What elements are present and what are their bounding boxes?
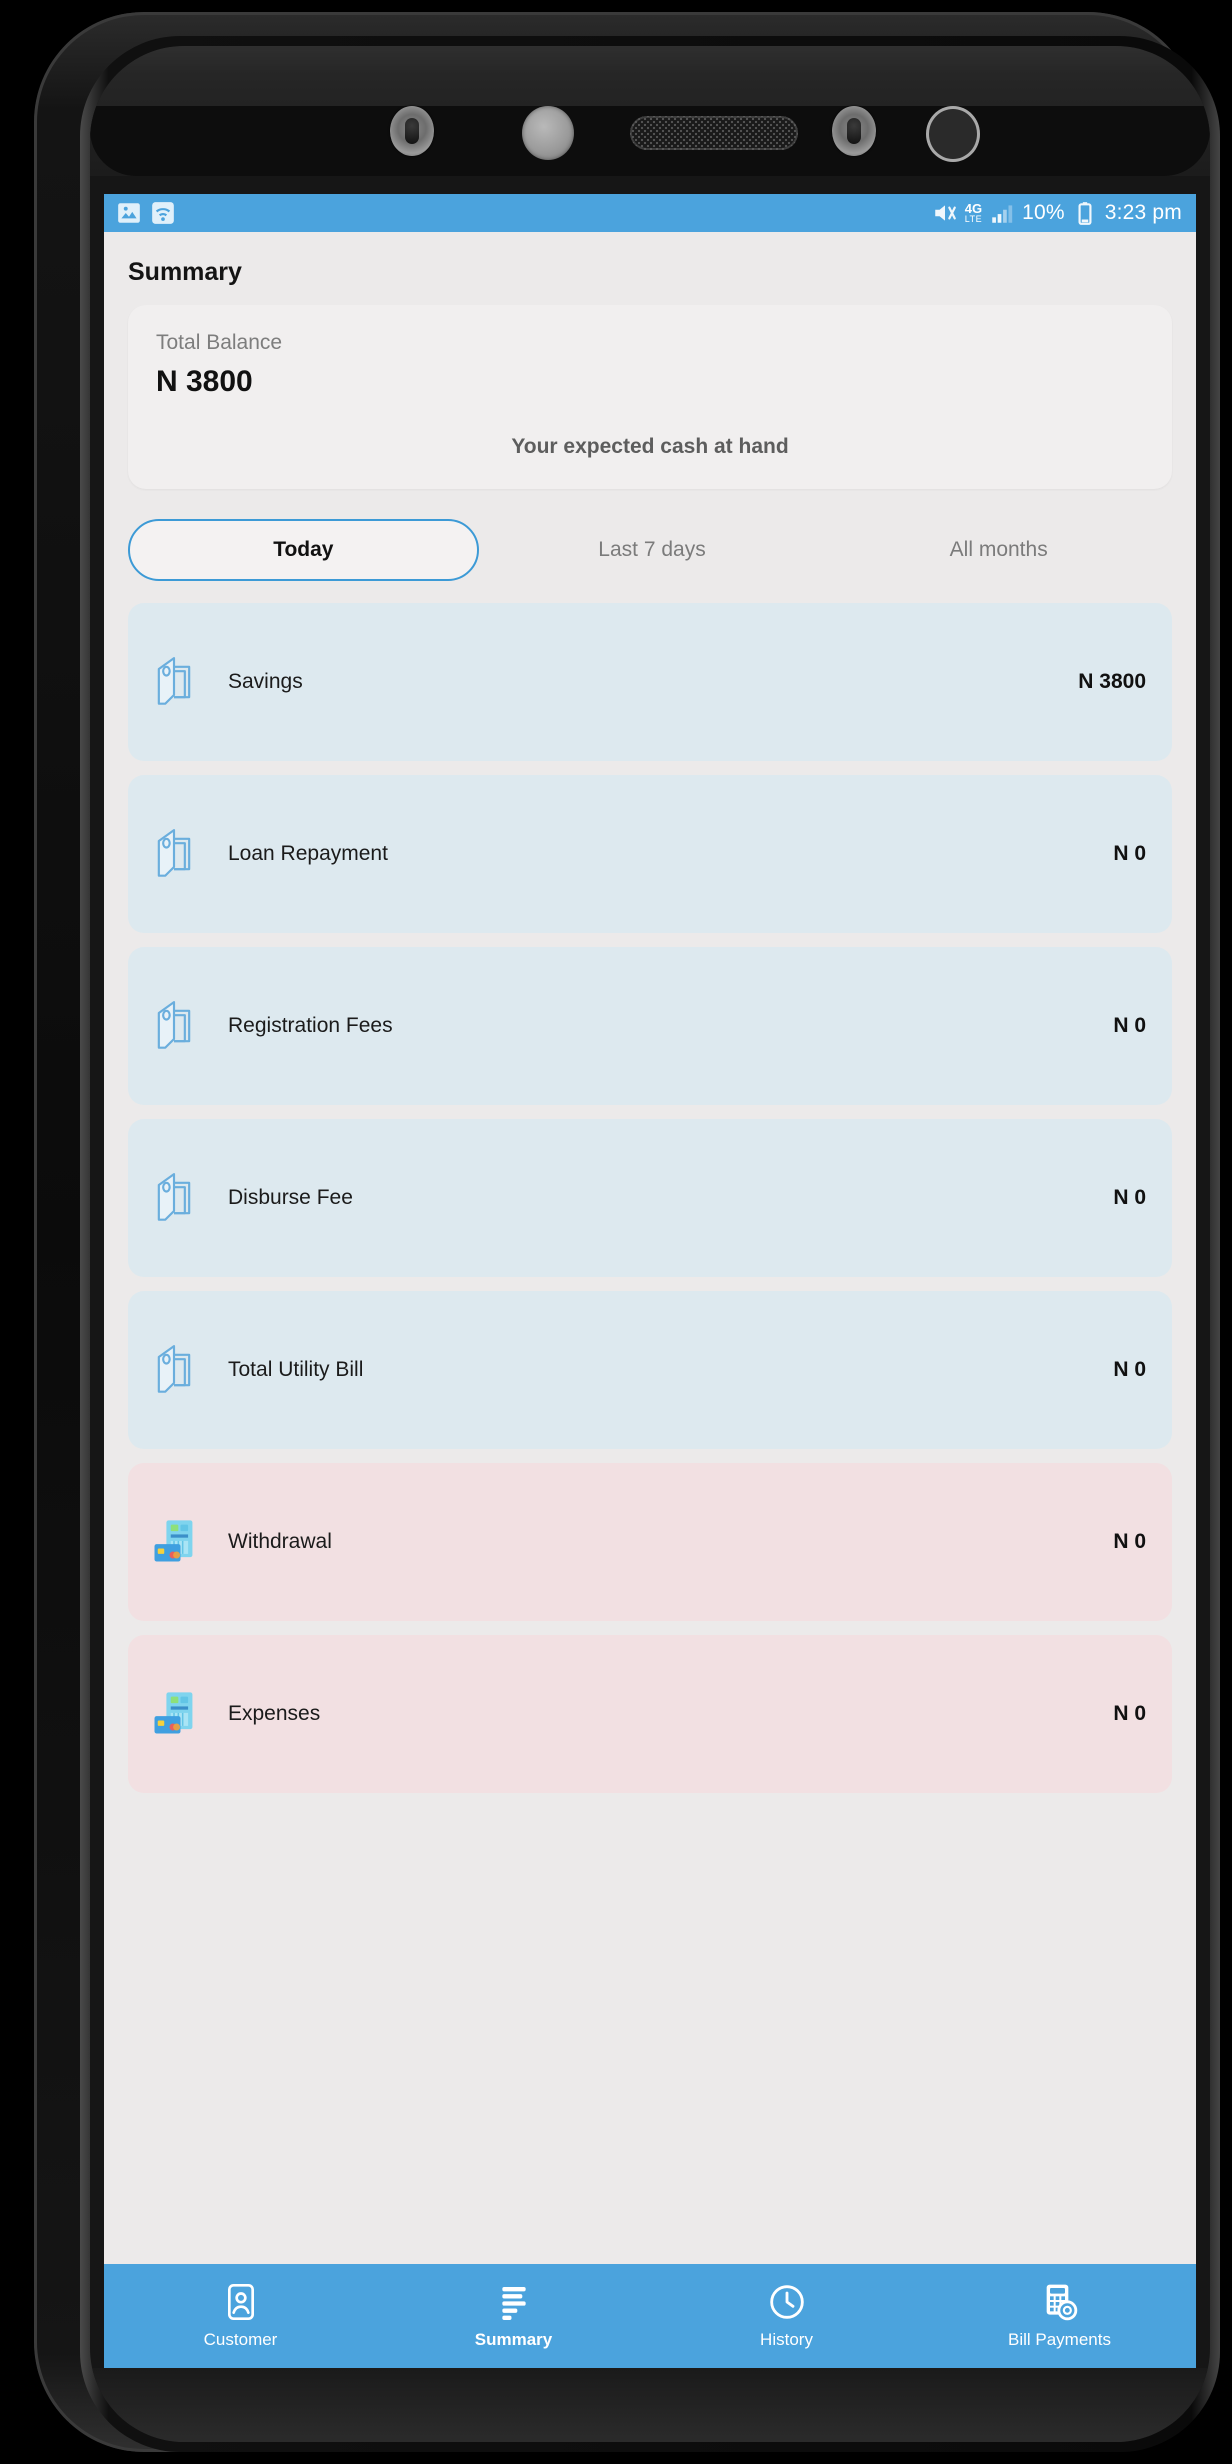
calculator-coin-icon bbox=[1046, 2284, 1077, 2321]
network-sub-label: LTE bbox=[964, 214, 983, 224]
phone-top-bezel bbox=[90, 46, 1210, 176]
bottom-navigation-bar: Customer Summary History Bill Payments bbox=[104, 2264, 1196, 2368]
front-camera-icon bbox=[522, 106, 574, 160]
status-bar-left-icons bbox=[116, 200, 176, 226]
summary-row-value: N 3800 bbox=[1078, 670, 1146, 693]
list-bars-icon bbox=[501, 2287, 526, 2320]
summary-row-label: Expenses bbox=[228, 1702, 321, 1725]
page-content: Total Balance N 3800 Your expected cash … bbox=[104, 305, 1196, 1833]
proximity-sensor-icon bbox=[832, 106, 876, 156]
nav-item-bill-payments[interactable]: Bill Payments bbox=[923, 2282, 1196, 2350]
secondary-camera-icon bbox=[926, 106, 980, 162]
phone-device-body: 4G LTE 10% 3:23 pm Summary Total Balance… bbox=[90, 46, 1210, 2442]
clock-icon bbox=[769, 2285, 804, 2319]
summary-row-value: N 0 bbox=[1113, 1358, 1146, 1381]
tab-today[interactable]: Today bbox=[128, 519, 479, 581]
summary-row-label: Withdrawal bbox=[228, 1530, 332, 1553]
nav-item-customer[interactable]: Customer bbox=[104, 2282, 377, 2350]
document-receipt-icon bbox=[157, 1001, 191, 1049]
atm-card-icon bbox=[154, 1520, 193, 1562]
battery-percent-label: 10% bbox=[1022, 201, 1065, 224]
atm-card-icon bbox=[154, 1692, 193, 1734]
document-receipt-icon bbox=[157, 1345, 191, 1393]
nav-item-label: Customer bbox=[203, 2330, 278, 2349]
total-balance-value: N 3800 bbox=[156, 365, 253, 398]
nav-item-summary[interactable]: Summary bbox=[377, 2282, 650, 2350]
summary-row-savings[interactable]: Savings N 3800 bbox=[128, 603, 1172, 761]
clock-label: 3:23 pm bbox=[1104, 201, 1182, 224]
total-balance-subtitle: Your expected cash at hand bbox=[511, 435, 789, 458]
status-bar-right-indicators: 4G LTE 10% 3:23 pm bbox=[932, 200, 1182, 226]
document-receipt-icon bbox=[157, 1173, 191, 1221]
mute-icon bbox=[934, 205, 956, 221]
nav-item-label: Bill Payments bbox=[1008, 2330, 1111, 2349]
nav-item-label: History bbox=[760, 2330, 813, 2349]
page-header: Summary bbox=[104, 232, 1196, 305]
network-type-indicator: 4G LTE bbox=[965, 202, 982, 224]
summary-row-label: Disburse Fee bbox=[228, 1186, 353, 1209]
battery-low-icon bbox=[1078, 202, 1092, 225]
phone-screen: 4G LTE 10% 3:23 pm Summary Total Balance… bbox=[104, 194, 1196, 2368]
summary-row-value: N 0 bbox=[1113, 842, 1146, 865]
document-receipt-icon bbox=[157, 657, 191, 705]
signal-bars-icon bbox=[992, 205, 1013, 223]
summary-row-value: N 0 bbox=[1113, 1530, 1146, 1553]
summary-row-label: Savings bbox=[228, 670, 303, 693]
status-bar: 4G LTE 10% 3:23 pm bbox=[104, 194, 1196, 232]
iris-sensor-icon bbox=[390, 106, 434, 156]
phone-bottom-bezel bbox=[90, 2368, 1210, 2442]
page-title: Summary bbox=[128, 258, 242, 286]
earpiece-speaker-icon bbox=[630, 116, 798, 150]
summary-row-registration-fees[interactable]: Registration Fees N 0 bbox=[128, 947, 1172, 1105]
summary-row-expenses[interactable]: Expenses N 0 bbox=[128, 1635, 1172, 1793]
summary-row-label: Loan Repayment bbox=[228, 842, 388, 865]
total-balance-label: Total Balance bbox=[156, 331, 283, 354]
summary-rows-list: Savings N 3800 Loan Repayment N 0 Regist… bbox=[128, 603, 1172, 1833]
nav-item-label: Summary bbox=[474, 2330, 553, 2349]
total-balance-card: Total Balance N 3800 Your expected cash … bbox=[128, 305, 1172, 489]
period-filter-tabs: Today Last 7 days All months bbox=[128, 519, 1172, 581]
summary-row-value: N 0 bbox=[1113, 1186, 1146, 1209]
summary-row-label: Registration Fees bbox=[228, 1014, 393, 1037]
summary-row-label: Total Utility Bill bbox=[228, 1358, 364, 1381]
summary-row-total-utility-bill[interactable]: Total Utility Bill N 0 bbox=[128, 1291, 1172, 1449]
phone-device-frame: 4G LTE 10% 3:23 pm Summary Total Balance… bbox=[34, 12, 1220, 2452]
document-receipt-icon bbox=[157, 829, 191, 877]
tab-last-7-days[interactable]: Last 7 days bbox=[479, 521, 826, 579]
summary-row-disburse-fee[interactable]: Disburse Fee N 0 bbox=[128, 1119, 1172, 1277]
summary-row-value: N 0 bbox=[1113, 1702, 1146, 1725]
screenshot-icon bbox=[118, 203, 140, 223]
tab-all-months[interactable]: All months bbox=[825, 521, 1172, 579]
summary-row-value: N 0 bbox=[1113, 1014, 1146, 1037]
summary-row-withdrawal[interactable]: Withdrawal N 0 bbox=[128, 1463, 1172, 1621]
wifi-icon bbox=[152, 202, 174, 224]
nav-item-history[interactable]: History bbox=[650, 2282, 923, 2350]
contact-card-icon bbox=[227, 2284, 254, 2320]
summary-row-loan-repayment[interactable]: Loan Repayment N 0 bbox=[128, 775, 1172, 933]
